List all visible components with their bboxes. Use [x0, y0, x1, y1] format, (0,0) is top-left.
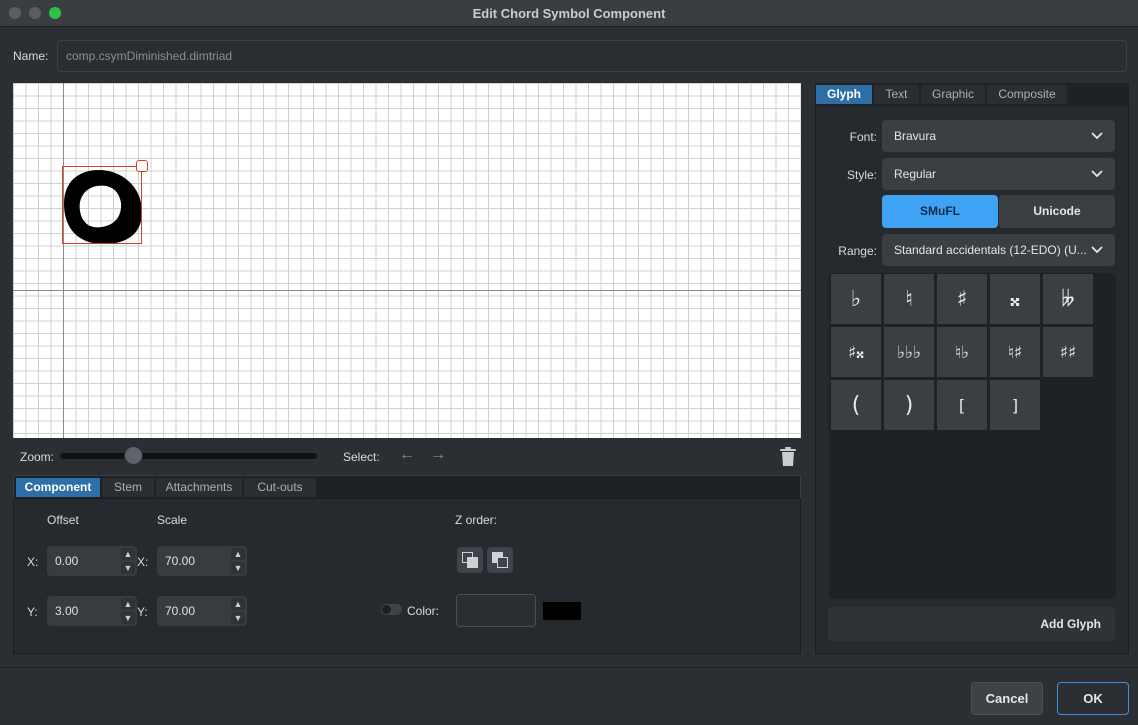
offset-x-label: X: [27, 555, 39, 569]
delete-icon[interactable] [779, 447, 797, 470]
style-label: Style: [846, 168, 877, 182]
z-order-label: Z order: [455, 513, 498, 527]
offset-x-value: 0.00 [55, 554, 79, 568]
scale-x-increment[interactable]: ▲ [231, 548, 245, 560]
select-previous-button[interactable]: ← [399, 446, 415, 464]
window-title: Edit Chord Symbol Component [472, 6, 666, 21]
glyph-flat[interactable]: ♭ [830, 273, 882, 325]
range-dropdown[interactable]: Standard accidentals (12-EDO) (U... [882, 234, 1115, 266]
offset-y-decrement[interactable]: ▼ [121, 612, 135, 624]
tab-text[interactable]: Text [874, 85, 920, 104]
tab-stem[interactable]: Stem [102, 478, 155, 497]
component-tabbar: Component Stem Attachments Cut-outs [13, 475, 801, 499]
cancel-button[interactable]: Cancel [971, 682, 1043, 715]
bring-forward-icon[interactable] [457, 547, 483, 573]
title-bar: Edit Chord Symbol Component [0, 0, 1138, 27]
glyph-natural-sharp[interactable]: ♮♯ [989, 326, 1041, 378]
add-glyph-button[interactable]: Add Glyph [828, 607, 1115, 641]
offset-x-decrement[interactable]: ▼ [121, 562, 135, 574]
glyph-tabbar: Glyph Text Graphic Composite [815, 83, 1129, 107]
select-next-button[interactable]: → [430, 446, 446, 464]
range-value: Standard accidentals (12-EDO) (U... [894, 243, 1087, 257]
scale-label: Scale [157, 513, 188, 527]
send-backward-icon[interactable] [487, 547, 513, 573]
chevron-down-icon [1091, 170, 1103, 178]
glyph-double-flat[interactable]: 𝄫 [1042, 273, 1094, 325]
glyph-natural-flat[interactable]: ♮♭ [936, 326, 988, 378]
font-value: Bravura [894, 129, 937, 143]
scale-y-label: Y: [137, 605, 148, 619]
scale-y-value: 70.00 [165, 604, 196, 618]
scale-y-decrement[interactable]: ▼ [231, 612, 245, 624]
font-dropdown[interactable]: Bravura [882, 120, 1115, 152]
selection-box[interactable] [62, 166, 142, 244]
color-field[interactable] [456, 594, 536, 627]
color-label: Color: [407, 604, 440, 618]
scale-x-field[interactable]: 70.00 ▲ ▼ [157, 546, 247, 576]
zoom-slider-handle[interactable] [124, 446, 144, 465]
zoom-slider[interactable] [60, 453, 317, 459]
tab-composite[interactable]: Composite [987, 85, 1068, 104]
scale-y-increment[interactable]: ▲ [231, 598, 245, 610]
resize-handle[interactable] [136, 160, 148, 172]
smufl-button[interactable]: SMuFL [882, 195, 998, 228]
offset-x-increment[interactable]: ▲ [121, 548, 135, 560]
style-dropdown[interactable]: Regular [882, 158, 1115, 190]
offset-y-label: Y: [27, 605, 38, 619]
scale-y-field[interactable]: 70.00 ▲ ▼ [157, 596, 247, 626]
select-label: Select: [343, 450, 380, 464]
glyph-grid: ♭ ♮ ♯ 𝄪 𝄫 ♯𝄪 ♭♭♭ ♮♭ ♮♯ ♯♯ ( ) [ ] [829, 273, 1116, 599]
glyph-triple-flat[interactable]: ♭♭♭ [883, 326, 935, 378]
unicode-button[interactable]: Unicode [999, 195, 1115, 228]
offset-y-value: 3.00 [55, 604, 79, 618]
horizontal-axis [13, 290, 801, 291]
glyph-bracket-right[interactable]: ] [989, 379, 1041, 431]
glyph-sharp[interactable]: ♯ [936, 273, 988, 325]
vertical-axis [63, 83, 64, 438]
glyph-sharp-sharp[interactable]: ♯♯ [1042, 326, 1094, 378]
glyph-double-sharp[interactable]: 𝄪 [989, 273, 1041, 325]
scale-x-value: 70.00 [165, 554, 196, 568]
color-swatch[interactable] [543, 602, 581, 620]
glyph-bracket-left[interactable]: [ [936, 379, 988, 431]
glyph-paren-right[interactable]: ) [883, 379, 935, 431]
range-label: Range: [838, 244, 877, 258]
scale-x-label: X: [137, 555, 149, 569]
glyph-natural[interactable]: ♮ [883, 273, 935, 325]
tab-glyph[interactable]: Glyph [816, 85, 873, 104]
ok-button[interactable]: OK [1057, 682, 1129, 715]
name-label: Name: [13, 49, 49, 63]
zoom-label: Zoom: [20, 450, 55, 464]
name-input[interactable]: comp.csymDiminished.dimtriad [57, 40, 1127, 72]
tab-graphic[interactable]: Graphic [921, 85, 986, 104]
chevron-down-icon [1091, 132, 1103, 140]
glyph-triple-sharp[interactable]: ♯𝄪 [830, 326, 882, 378]
component-panel [13, 498, 801, 654]
glyph-paren-left[interactable]: ( [830, 379, 882, 431]
offset-x-field[interactable]: 0.00 ▲ ▼ [47, 546, 137, 576]
offset-y-increment[interactable]: ▲ [121, 598, 135, 610]
color-toggle[interactable] [381, 604, 402, 615]
tab-attachments[interactable]: Attachments [156, 478, 243, 497]
add-glyph-label: Add Glyph [1040, 617, 1101, 631]
glyph-canvas[interactable] [13, 83, 801, 438]
tab-cut-outs[interactable]: Cut-outs [244, 478, 317, 497]
footer-divider [0, 667, 1138, 668]
style-value: Regular [894, 167, 937, 181]
chevron-down-icon [1091, 246, 1103, 254]
offset-label: Offset [47, 513, 79, 527]
font-label: Font: [849, 130, 877, 144]
scale-x-decrement[interactable]: ▼ [231, 562, 245, 574]
offset-y-field[interactable]: 3.00 ▲ ▼ [47, 596, 137, 626]
tab-component[interactable]: Component [16, 478, 101, 497]
